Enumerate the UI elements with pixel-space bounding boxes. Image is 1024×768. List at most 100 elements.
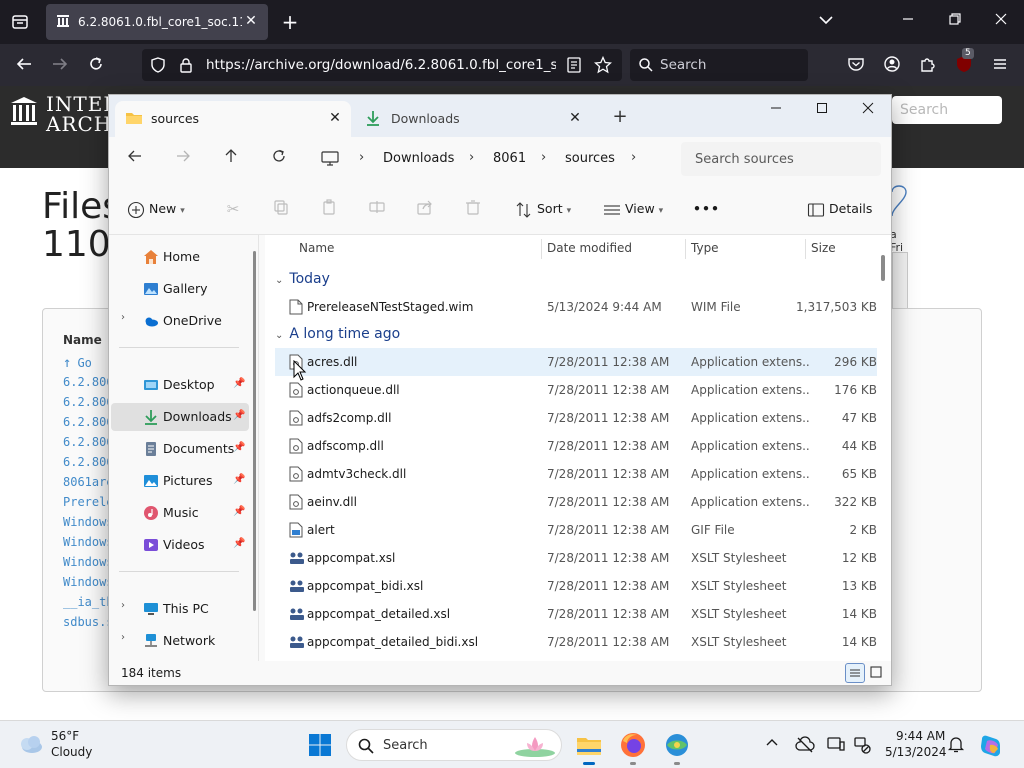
- pin-icon[interactable]: 📌: [233, 378, 245, 390]
- pin-icon[interactable]: 📌: [233, 506, 245, 518]
- up-arrow-icon[interactable]: [219, 147, 243, 171]
- chevron-right-icon[interactable]: ›: [121, 312, 125, 323]
- account-icon[interactable]: [882, 55, 902, 75]
- reload-icon[interactable]: [86, 55, 106, 75]
- nav-item-downloads[interactable]: Downloads 📌: [111, 403, 249, 431]
- browser-search-bar[interactable]: Search: [630, 49, 808, 81]
- explorer-new-tab-icon[interactable]: +: [609, 108, 631, 128]
- nav-item-pictures[interactable]: Pictures 📌: [111, 467, 249, 495]
- url-bar[interactable]: https://archive.org/download/6.2.8061.0.…: [142, 49, 622, 81]
- breadcrumb-chevron-icon[interactable]: ›: [469, 150, 474, 165]
- breadcrumb-8061[interactable]: 8061: [493, 151, 526, 166]
- breadcrumb-chevron-icon[interactable]: ›: [541, 150, 546, 165]
- nav-item-desktop[interactable]: Desktop 📌: [111, 371, 249, 399]
- breadcrumb-sources[interactable]: sources: [565, 151, 615, 166]
- tab-close-icon[interactable]: ✕: [567, 110, 583, 126]
- file-explorer-taskbar-icon[interactable]: [573, 729, 605, 765]
- nav-item-documents[interactable]: Documents 📌: [111, 435, 249, 463]
- paste-icon[interactable]: [319, 199, 339, 219]
- back-arrow-icon[interactable]: [123, 147, 147, 171]
- shield-icon[interactable]: [150, 57, 166, 73]
- file-row[interactable]: alert 7/28/2011 12:38 AM GIF File 2 KB: [275, 516, 877, 544]
- cut-icon[interactable]: ✂: [223, 199, 243, 219]
- file-link[interactable]: 6.2.806: [63, 455, 114, 469]
- breadcrumb-chevron-icon[interactable]: ›: [359, 150, 364, 165]
- column-header-type[interactable]: Type: [691, 241, 719, 255]
- forward-arrow-icon[interactable]: [50, 55, 70, 75]
- file-row[interactable]: adfs2comp.dll 7/28/2011 12:38 AM Applicati…: [275, 404, 877, 432]
- file-row[interactable]: admtv3check.dll 7/28/2011 12:38 AM Applica…: [275, 460, 877, 488]
- notification-bell-icon[interactable]: [946, 735, 966, 755]
- menu-hamburger-icon[interactable]: [990, 55, 1010, 75]
- tab-overflow-chevron-icon[interactable]: [816, 12, 836, 32]
- nav-item-videos[interactable]: Videos 📌: [111, 531, 249, 559]
- file-row[interactable]: appcompat_bidi.xsl 7/28/2011 12:38 AM XSLT…: [275, 572, 877, 600]
- nav-item-this-pc[interactable]: › This PC: [111, 595, 249, 623]
- group-header-today[interactable]: ⌄ Today: [275, 271, 330, 287]
- cloud-sync-icon[interactable]: [795, 735, 815, 755]
- chevron-right-icon[interactable]: ›: [121, 632, 125, 643]
- group-header-older[interactable]: ⌄ A long time ago: [275, 326, 400, 342]
- windows-start-icon[interactable]: [304, 729, 336, 761]
- file-link[interactable]: __ia_th: [63, 595, 114, 609]
- details-view-toggle[interactable]: [845, 663, 865, 683]
- view-button[interactable]: View ▾: [603, 197, 663, 221]
- reader-view-icon[interactable]: [566, 57, 582, 73]
- file-row[interactable]: aeinv.dll 7/28/2011 12:38 AM Application e…: [275, 488, 877, 516]
- nav-pane-scrollbar[interactable]: [253, 251, 256, 611]
- network-app-taskbar-icon[interactable]: [661, 729, 693, 765]
- browser-tab-active[interactable]: 6.2.8061.0.fbl_core1_soc.110809 ✕: [46, 4, 268, 40]
- back-arrow-icon[interactable]: [14, 55, 34, 75]
- file-row[interactable]: appcompat_detailed.xsl 7/28/2011 12:38 AM…: [275, 600, 877, 628]
- minimize-icon[interactable]: [898, 12, 918, 32]
- details-button[interactable]: Details: [807, 197, 872, 221]
- file-link[interactable]: sdbus.s: [63, 615, 114, 629]
- new-tab-icon[interactable]: +: [280, 11, 300, 33]
- show-hidden-icons-chevron-icon[interactable]: [762, 735, 782, 755]
- nav-item-network[interactable]: › Network: [111, 627, 249, 655]
- taskbar-search-input[interactable]: Search: [346, 729, 562, 761]
- rename-icon[interactable]: [367, 199, 387, 219]
- close-window-icon[interactable]: [991, 12, 1011, 32]
- nav-item-music[interactable]: Music 📌: [111, 499, 249, 527]
- explorer-search-input[interactable]: Search sources: [681, 142, 881, 176]
- bookmark-star-icon[interactable]: [593, 55, 613, 74]
- column-separator[interactable]: [685, 239, 686, 259]
- file-row[interactable]: PrereleaseNTestStaged.wim 5/13/2024 9:44 …: [275, 293, 877, 321]
- forward-arrow-icon[interactable]: [171, 147, 195, 171]
- file-link[interactable]: Windows: [63, 515, 114, 529]
- firefox-taskbar-icon[interactable]: [617, 729, 649, 765]
- nav-item-home[interactable]: Home: [111, 243, 249, 271]
- display-icon[interactable]: [826, 735, 846, 755]
- file-link[interactable]: Windows: [63, 555, 114, 569]
- file-link[interactable]: 8061are: [63, 475, 114, 489]
- file-link[interactable]: 6.2.806: [63, 375, 114, 389]
- pin-icon[interactable]: 📌: [233, 410, 245, 422]
- more-options-button[interactable]: •••: [693, 197, 720, 221]
- nav-item-onedrive[interactable]: › OneDrive: [111, 307, 249, 335]
- file-link[interactable]: Windows: [63, 535, 114, 549]
- pocket-icon[interactable]: [846, 55, 866, 75]
- file-link[interactable]: 6.2.806: [63, 415, 114, 429]
- pin-icon[interactable]: 📌: [233, 538, 245, 550]
- delete-icon[interactable]: [463, 199, 483, 219]
- explorer-tab-downloads[interactable]: Downloads ✕: [355, 101, 591, 137]
- go-parent-link[interactable]: ↑ Go: [63, 355, 92, 371]
- breadcrumb-downloads[interactable]: Downloads: [383, 151, 454, 166]
- nav-item-gallery[interactable]: Gallery: [111, 275, 249, 303]
- list-all-tabs-icon[interactable]: [10, 13, 30, 33]
- column-header-size[interactable]: Size: [811, 241, 836, 255]
- tab-close-icon[interactable]: ✕: [242, 12, 260, 30]
- column-header-date[interactable]: Date modified: [547, 241, 632, 255]
- explorer-close-icon[interactable]: [845, 97, 891, 123]
- new-button[interactable]: New ▾: [127, 197, 185, 221]
- copilot-icon[interactable]: [976, 731, 1006, 761]
- lock-icon[interactable]: [178, 57, 194, 73]
- explorer-maximize-icon[interactable]: [799, 97, 845, 123]
- archive-logo-icon[interactable]: [10, 96, 38, 126]
- file-row[interactable]: adfscomp.dll 7/28/2011 12:38 AM Applicatio…: [275, 432, 877, 460]
- pin-icon[interactable]: 📌: [233, 474, 245, 486]
- pin-icon[interactable]: 📌: [233, 442, 245, 454]
- file-link[interactable]: 6.2.806: [63, 395, 114, 409]
- explorer-minimize-icon[interactable]: [753, 97, 799, 123]
